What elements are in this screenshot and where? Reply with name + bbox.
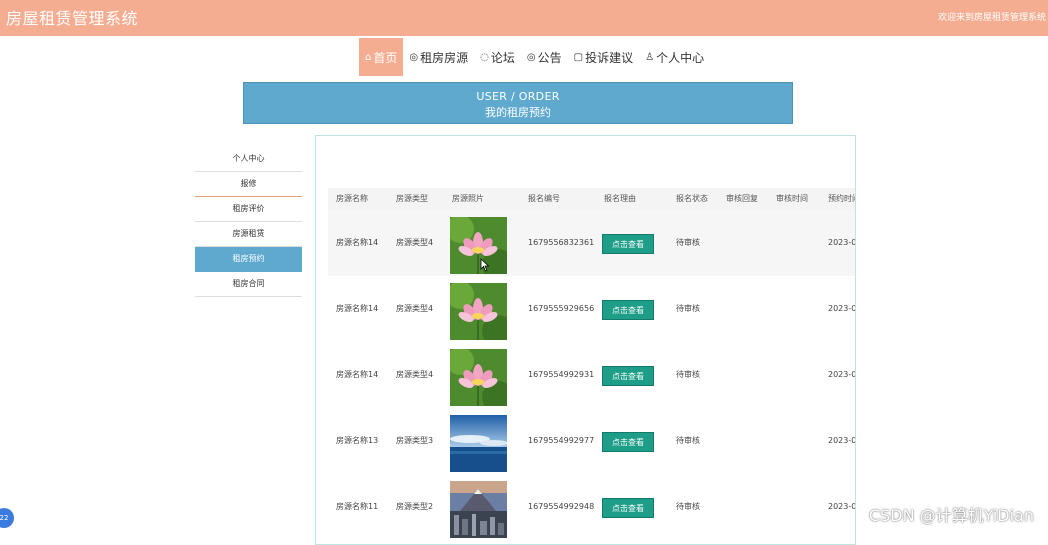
cell-number: 1679554992977 bbox=[528, 436, 595, 445]
banner-english-title: USER / ORDER bbox=[476, 90, 560, 103]
table-row: 房源名称14 房源类型4 1679554992931 点击查看 待审核 2023-03 bbox=[328, 342, 856, 408]
cell-number: 1679554992931 bbox=[528, 370, 595, 379]
sidebar: 个人中心 报修 租房评价 房源租赁 租房预约 租房合同 bbox=[195, 147, 302, 297]
home-icon: ⌂ bbox=[365, 51, 372, 63]
nav-label: 公告 bbox=[537, 50, 562, 65]
nav-rental-listings[interactable]: ◎ 租房房源 bbox=[403, 38, 474, 76]
cell-type: 房源类型3 bbox=[396, 436, 434, 445]
cell-status: 待审核 bbox=[676, 304, 700, 313]
house-photo bbox=[450, 415, 507, 472]
nav-label: 首页 bbox=[373, 50, 398, 65]
table-row: 房源名称14 房源类型4 1679555929656 点击查看 待审核 2023-03 bbox=[328, 276, 856, 342]
col-number: 报名编号 bbox=[528, 194, 560, 203]
view-reason-button[interactable]: 点击查看 bbox=[602, 432, 654, 452]
col-audit-time: 审核时间 bbox=[776, 194, 808, 203]
cell-type: 房源类型2 bbox=[396, 502, 434, 511]
cell-time: 2023-03 bbox=[828, 436, 856, 445]
nav-home[interactable]: ⌂ 首页 bbox=[359, 38, 404, 76]
col-time: 预约时间 bbox=[828, 194, 855, 203]
sidebar-item-lease[interactable]: 房源租赁 bbox=[195, 222, 302, 247]
top-header: 房屋租赁管理系统 欢迎来到房屋租赁管理系统 bbox=[0, 0, 1048, 36]
cell-time: 2023-03 bbox=[828, 502, 856, 511]
view-reason-button[interactable]: 点击查看 bbox=[602, 234, 654, 254]
house-photo bbox=[450, 217, 507, 274]
nav-label: 租房房源 bbox=[420, 50, 469, 65]
nav-announcements[interactable]: ◎ 公告 bbox=[521, 38, 568, 76]
sidebar-item-repair[interactable]: 报修 bbox=[195, 172, 302, 197]
cell-name: 房源名称14 bbox=[336, 370, 379, 379]
nav-forum[interactable]: ◌ 论坛 bbox=[474, 38, 521, 76]
cell-status: 待审核 bbox=[676, 238, 700, 247]
table-header: 房源名称 房源类型 房源照片 报名编号 报名理由 报名状态 审核回复 审核时间 … bbox=[328, 188, 855, 210]
cell-time: 2023-03 bbox=[828, 304, 856, 313]
house-photo bbox=[450, 481, 507, 538]
sidebar-item-user-center[interactable]: 个人中心 bbox=[195, 147, 302, 172]
banner-title: 我的租房预约 bbox=[485, 106, 551, 119]
cell-status: 待审核 bbox=[676, 370, 700, 379]
nav-label: 投诉建议 bbox=[585, 50, 634, 65]
view-reason-button[interactable]: 点击查看 bbox=[602, 300, 654, 320]
listings-icon: ◎ bbox=[409, 51, 419, 63]
app-title: 房屋租赁管理系统 bbox=[6, 9, 139, 28]
floating-badge[interactable]: 22 bbox=[0, 508, 14, 528]
table-row: 房源名称14 房源类型4 1679556832361 点击查看 待审核 2023-03 bbox=[328, 210, 856, 276]
cell-number: 1679555929656 bbox=[528, 304, 595, 313]
welcome-text: 欢迎来到房屋租赁管理系统 bbox=[937, 13, 1046, 23]
cell-status: 待审核 bbox=[676, 436, 700, 445]
cell-type: 房源类型4 bbox=[396, 304, 434, 313]
announcement-icon: ◎ bbox=[526, 51, 536, 63]
cell-time: 2023-03 bbox=[828, 238, 856, 247]
sidebar-item-review[interactable]: 租房评价 bbox=[195, 197, 302, 222]
cell-name: 房源名称13 bbox=[336, 436, 379, 445]
col-photo: 房源照片 bbox=[452, 194, 484, 203]
sidebar-item-reservation[interactable]: 租房预约 bbox=[195, 247, 302, 272]
nav-label: 论坛 bbox=[490, 50, 515, 65]
cell-type: 房源类型4 bbox=[396, 238, 434, 247]
cell-name: 房源名称14 bbox=[336, 304, 379, 313]
cell-name: 房源名称11 bbox=[336, 502, 379, 511]
cell-time: 2023-03 bbox=[828, 370, 856, 379]
view-reason-button[interactable]: 点击查看 bbox=[602, 498, 654, 518]
col-reason: 报名理由 bbox=[604, 194, 636, 203]
col-name: 房源名称 bbox=[336, 194, 368, 203]
nav-complaints[interactable]: ▢ 投诉建议 bbox=[568, 38, 639, 76]
house-photo bbox=[450, 349, 507, 406]
nav-user-center[interactable]: ♙ 个人中心 bbox=[639, 38, 710, 76]
table-row: 房源名称13 房源类型3 1679554992977 点击查看 待审核 2023-03 bbox=[328, 408, 856, 474]
view-reason-button[interactable]: 点击查看 bbox=[602, 366, 654, 386]
table-row: 房源名称11 房源类型2 1679554992948 点击查看 待审核 2023-03 bbox=[328, 474, 856, 540]
cell-type: 房源类型4 bbox=[396, 370, 434, 379]
watermark: CSDN @计算机YiDian bbox=[868, 506, 1034, 525]
cell-status: 待审核 bbox=[676, 502, 700, 511]
user-icon: ♙ bbox=[645, 51, 655, 63]
main-nav: ⌂ 首页 ◎ 租房房源 ◌ 论坛 ◎ 公告 ▢ 投诉建议 ♙ 个人中心 bbox=[359, 38, 710, 76]
cell-number: 1679556832361 bbox=[528, 238, 595, 247]
reservation-panel: 房源名称 房源类型 房源照片 报名编号 报名理由 报名状态 审核回复 审核时间 … bbox=[315, 135, 856, 545]
house-photo bbox=[450, 283, 507, 340]
col-reply: 审核回复 bbox=[726, 194, 758, 203]
forum-icon: ◌ bbox=[480, 51, 489, 63]
complaint-icon: ▢ bbox=[573, 51, 584, 63]
cell-number: 1679554992948 bbox=[528, 502, 595, 511]
page-banner: USER / ORDER 我的租房预约 bbox=[243, 82, 793, 124]
col-type: 房源类型 bbox=[396, 194, 428, 203]
mouse-cursor-icon bbox=[480, 258, 490, 272]
col-status: 报名状态 bbox=[676, 194, 708, 203]
nav-label: 个人中心 bbox=[656, 50, 705, 65]
sidebar-item-contract[interactable]: 租房合同 bbox=[195, 272, 302, 297]
cell-name: 房源名称14 bbox=[336, 238, 379, 247]
